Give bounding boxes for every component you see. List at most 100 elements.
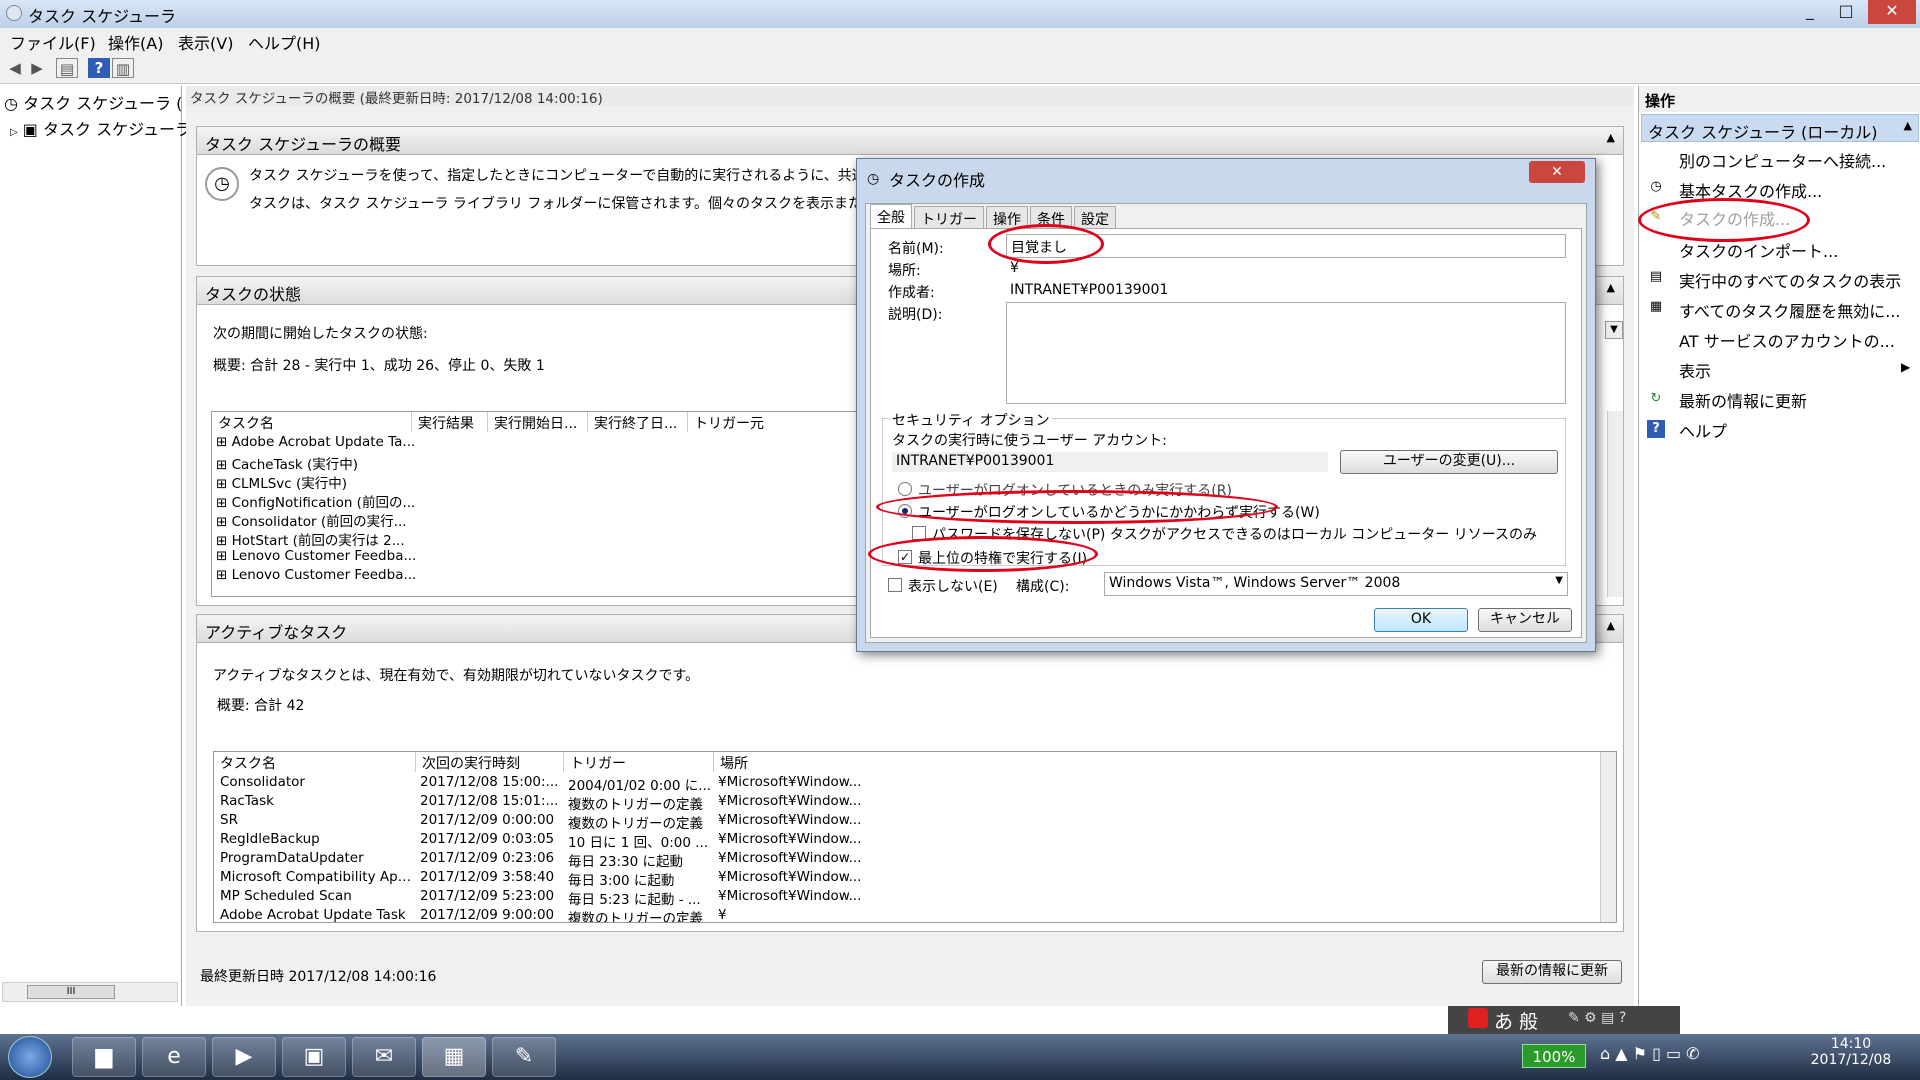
history-icon: ▦ xyxy=(1649,299,1663,314)
refresh-action[interactable]: 最新の情報に更新 xyxy=(1679,388,1807,412)
dropdown-icon[interactable]: ▼ xyxy=(1555,575,1563,586)
at-service-account-action[interactable]: AT サービスのアカウントの... xyxy=(1679,328,1895,352)
tab-settings[interactable]: 設定 xyxy=(1074,206,1116,228)
internet-explorer-icon[interactable]: e xyxy=(142,1037,206,1077)
table-row[interactable]: SR xyxy=(220,812,238,831)
column-header[interactable]: 場所 xyxy=(714,752,864,772)
status-vertical-scrollbar[interactable] xyxy=(1607,411,1623,597)
section-header[interactable]: タスク スケジューラの概要 ▲ xyxy=(197,127,1623,155)
cell: 毎日 23:30 に起動 xyxy=(568,854,683,870)
actions-group-header[interactable]: タスク スケジューラ (ローカル) ▲ xyxy=(1641,114,1919,142)
dialog-title: タスクの作成 xyxy=(889,171,986,190)
expand-icon[interactable]: ▷ xyxy=(10,127,18,138)
view-action[interactable]: 表示 xyxy=(1679,358,1711,382)
clock-icon: ◷ xyxy=(867,171,880,187)
collapse-icon[interactable]: ▲ xyxy=(1607,131,1615,144)
menu-action[interactable]: 操作(A) xyxy=(102,30,169,54)
list-item[interactable]: ⊞ CacheTask (実行中) xyxy=(216,453,358,473)
list-item[interactable]: ⊞ Lenovo Customer Feedba... xyxy=(216,548,416,567)
column-header[interactable]: タスク名 xyxy=(212,412,412,432)
ok-button[interactable]: OK xyxy=(1374,608,1468,632)
table-row[interactable]: RacTask xyxy=(220,793,274,812)
display-running-tasks-action[interactable]: 実行中のすべてのタスクの表示 xyxy=(1679,268,1901,292)
minimize-button[interactable]: _ xyxy=(1792,0,1828,24)
tab-triggers[interactable]: トリガー xyxy=(914,206,984,228)
start-button[interactable] xyxy=(8,1036,52,1078)
menu-file[interactable]: ファイル(F) xyxy=(4,30,102,54)
account-value: INTRANET¥P00139001 xyxy=(892,452,1328,472)
description-field[interactable] xyxy=(1006,302,1566,404)
status-grid: タスク名 実行結果 実行開始日... 実行終了日... トリガー元 ⊞ Adob… xyxy=(211,411,861,597)
table-row[interactable]: MP Scheduled Scan xyxy=(220,888,352,907)
list-item[interactable]: ⊞ Lenovo Customer Feedba... xyxy=(216,567,416,586)
cell: 10 日に 1 回、0:00 ... xyxy=(568,835,709,851)
table-row[interactable]: Microsoft Compatibility Appr... xyxy=(220,869,414,888)
active-description: アクティブなタスクとは、現在有効で、有効期限が切れていないタスクです。 xyxy=(213,668,700,684)
column-header[interactable]: 実行結果 xyxy=(412,412,488,432)
cell: 2017/12/09 0:03:05 xyxy=(420,831,555,847)
maximize-button[interactable]: □ xyxy=(1828,0,1864,24)
cell: 2017/12/09 3:58:40 xyxy=(420,869,555,885)
list-item[interactable]: ⊞ Consolidator (前回の実行... xyxy=(216,510,407,530)
dialog-close-button[interactable]: ✕ xyxy=(1529,161,1585,183)
column-header[interactable]: トリガー元 xyxy=(688,412,860,432)
paint-icon[interactable]: ✎ xyxy=(492,1037,556,1077)
config-select[interactable]: Windows Vista™, Windows Server™ 2008 ▼ xyxy=(1104,572,1568,596)
tray-icons[interactable]: ⌂ ▲ ⚑ ▯ ▭ ✆ xyxy=(1600,1044,1700,1063)
import-task-action[interactable]: タスクのインポート... xyxy=(1679,238,1838,262)
task-scheduler-taskbar-icon[interactable]: ▦ xyxy=(422,1037,486,1077)
ime-tools-icon[interactable]: ✎ ⚙ ▤ ? xyxy=(1568,1010,1626,1026)
list-item[interactable]: ⊞ ConfigNotification (前回の... xyxy=(216,491,415,511)
help-icon[interactable]: ? xyxy=(88,58,110,78)
cancel-button[interactable]: キャンセル xyxy=(1478,608,1572,632)
tree-horizontal-scrollbar[interactable]: III xyxy=(2,982,178,1002)
scroll-thumb[interactable]: III xyxy=(27,985,115,999)
logon-only-radio[interactable] xyxy=(898,482,912,496)
ime-mode[interactable]: あ 般 xyxy=(1494,1007,1538,1034)
cell: ¥ xyxy=(718,907,727,922)
hidden-checkbox[interactable] xyxy=(888,578,902,592)
help-action[interactable]: ヘルプ xyxy=(1679,418,1727,442)
column-header[interactable]: トリガー xyxy=(564,752,714,772)
media-player-icon[interactable]: ▶ xyxy=(212,1037,276,1077)
column-header[interactable]: 実行開始日... xyxy=(488,412,588,432)
refresh-button[interactable]: 最新の情報に更新 xyxy=(1482,960,1622,984)
menu-view[interactable]: 表示(V) xyxy=(172,30,239,54)
battery-indicator[interactable]: 100% xyxy=(1522,1044,1586,1068)
column-header[interactable]: タスク名 xyxy=(214,752,416,772)
collapse-icon[interactable]: ▲ xyxy=(1904,119,1912,132)
change-user-button[interactable]: ユーザーの変更(U)... xyxy=(1340,450,1558,474)
control-panel-icon[interactable]: ▣ xyxy=(282,1037,346,1077)
table-row[interactable]: ProgramDataUpdater xyxy=(220,850,364,869)
collapse-icon[interactable]: ▲ xyxy=(1607,619,1615,632)
column-header[interactable]: 実行終了日... xyxy=(588,412,688,432)
dropdown-icon[interactable]: ▼ xyxy=(1605,321,1623,339)
disable-history-action[interactable]: すべてのタスク履歴を無効に... xyxy=(1679,298,1901,322)
table-row[interactable]: Adobe Acrobat Update Task xyxy=(220,907,406,922)
ime-toolbar[interactable]: あ 般 ✎ ⚙ ▤ ? xyxy=(1448,1006,1680,1034)
table-row[interactable]: Consolidator xyxy=(220,774,410,793)
table-row[interactable]: RegIdleBackup xyxy=(220,831,320,850)
connect-computer-action[interactable]: 別のコンピューターへ接続... xyxy=(1679,148,1886,172)
list-item[interactable]: ⊞ Adobe Acrobat Update Ta... xyxy=(216,434,415,453)
cell: 複数のトリガーの定義 xyxy=(568,797,703,813)
console-tree-icon[interactable]: ▤ xyxy=(56,58,78,78)
collapse-icon[interactable]: ▲ xyxy=(1607,281,1615,294)
close-button[interactable]: ✕ xyxy=(1868,0,1916,24)
tree-root[interactable]: ◷ タスク スケジューラ ( xyxy=(4,90,182,114)
tree-library[interactable]: ▷ ▣ タスク スケジューラ xyxy=(10,116,191,140)
menu-help[interactable]: ヘルプ(H) xyxy=(242,30,327,54)
forward-arrow-icon[interactable]: ▶ xyxy=(26,58,48,78)
list-item[interactable]: ⊞ CLMLSvc (実行中) xyxy=(216,472,347,492)
cell: 複数のトリガーの定義 xyxy=(568,816,703,832)
mail-icon[interactable]: ✉ xyxy=(352,1037,416,1077)
red-annotation-circle xyxy=(988,224,1104,264)
action-pane-icon[interactable]: ▥ xyxy=(112,58,134,78)
tab-general[interactable]: 全般 xyxy=(870,204,912,228)
column-header[interactable]: 次回の実行時刻 xyxy=(416,752,564,772)
clock[interactable]: 14:10 2017/12/08 xyxy=(1796,1036,1906,1068)
active-vertical-scrollbar[interactable] xyxy=(1600,752,1616,922)
back-arrow-icon[interactable]: ◀ xyxy=(4,58,26,78)
explorer-icon[interactable]: ▆ xyxy=(72,1037,136,1077)
list-item[interactable]: ⊞ HotStart (前回の実行は 2... xyxy=(216,529,405,549)
